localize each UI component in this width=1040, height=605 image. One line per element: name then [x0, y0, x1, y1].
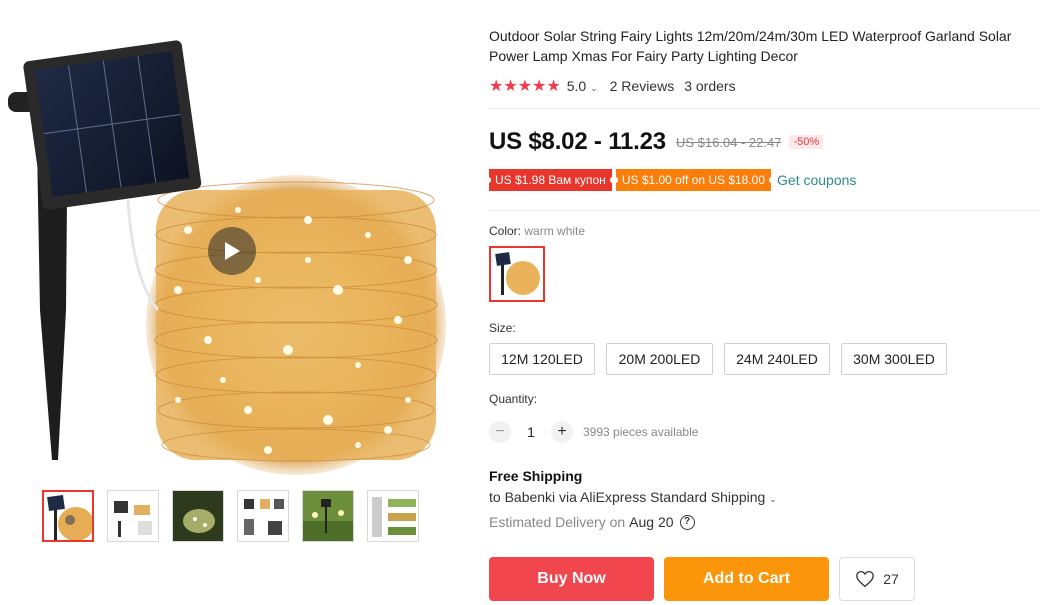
divider	[489, 210, 1040, 211]
coupon-badge-2[interactable]: US $1.00 off on US $18.00	[612, 169, 775, 191]
buy-now-button[interactable]: Buy Now	[489, 557, 654, 601]
wishlist-button[interactable]: 27	[839, 557, 915, 601]
shipping-method[interactable]: to Babenki via AliExpress Standard Shipp…	[489, 489, 777, 505]
wishlist-count: 27	[883, 571, 899, 587]
shipping-title: Free Shipping	[489, 468, 583, 484]
delivery-date: Aug 20	[629, 514, 674, 530]
delivery-label: Estimated Delivery on	[489, 514, 626, 530]
thumbnail-5[interactable]	[302, 490, 354, 542]
minus-icon[interactable]: −	[489, 421, 511, 443]
size-label: Size:	[489, 321, 516, 335]
coupon-badge-1[interactable]: US $1.98 Вам купон	[486, 169, 615, 191]
thumbnail-strip	[42, 490, 432, 546]
estimated-delivery: Estimated Delivery on Aug 20 ?	[489, 514, 695, 530]
main-product-image[interactable]	[8, 20, 448, 475]
color-label-text: Color:	[489, 224, 522, 238]
orders-count: 3 orders	[684, 78, 736, 94]
star-rating-icons: ★★★★★	[489, 78, 561, 95]
play-video-button[interactable]	[208, 227, 256, 275]
thumbnail-3[interactable]	[172, 490, 224, 542]
price-row: US $8.02 - 11.23 US $16.04 - 22.47 -50%	[489, 126, 824, 158]
play-icon	[225, 242, 240, 260]
rating-row: ★★★★★ 5.0 ⌄ 2 Reviews 3 orders	[489, 76, 736, 96]
discount-badge: -50%	[789, 135, 824, 149]
quantity-label: Quantity:	[489, 392, 538, 406]
plus-icon[interactable]: +	[551, 421, 573, 443]
divider	[489, 108, 1040, 109]
add-to-cart-button[interactable]: Add to Cart	[664, 557, 829, 601]
color-label: Color: warm white	[489, 224, 585, 238]
rating-value[interactable]: 5.0 ⌄	[567, 78, 598, 94]
stock-available: 3993 pieces available	[583, 425, 699, 439]
color-option-warm-white[interactable]	[489, 246, 545, 302]
original-price: US $16.04 - 22.47	[675, 134, 782, 150]
color-selected-value: warm white	[524, 224, 586, 238]
shipping-method-text: to Babenki via AliExpress Standard Shipp…	[489, 489, 766, 505]
reviews-link[interactable]: 2 Reviews	[610, 78, 675, 94]
size-option-24m[interactable]: 24M 240LED	[724, 343, 830, 375]
product-title: Outdoor Solar String Fairy Lights 12m/20…	[489, 28, 1012, 64]
chevron-down-icon: ⌄	[769, 494, 777, 504]
chevron-down-icon: ⌄	[590, 83, 598, 93]
thumbnail-4[interactable]	[237, 490, 289, 542]
thumbnail-6[interactable]	[367, 490, 419, 542]
coupon-row: US $1.98 Вам купон US $1.00 off on US $1…	[486, 169, 856, 191]
thumbnail-1[interactable]	[42, 490, 94, 542]
heart-icon	[856, 570, 875, 588]
quantity-input[interactable]: 1	[511, 424, 551, 440]
rating-value-text: 5.0	[566, 78, 587, 94]
size-option-20m[interactable]: 20M 200LED	[606, 343, 713, 375]
size-option-30m[interactable]: 30M 300LED	[841, 343, 947, 375]
current-price: US $8.02 - 11.23	[489, 128, 666, 155]
size-option-12m[interactable]: 12M 120LED	[489, 343, 595, 375]
quantity-stepper: − 1 + 3993 pieces available	[489, 420, 698, 444]
help-icon[interactable]: ?	[679, 514, 695, 530]
thumbnail-2[interactable]	[107, 490, 159, 542]
get-coupons-link[interactable]: Get coupons	[777, 172, 856, 188]
